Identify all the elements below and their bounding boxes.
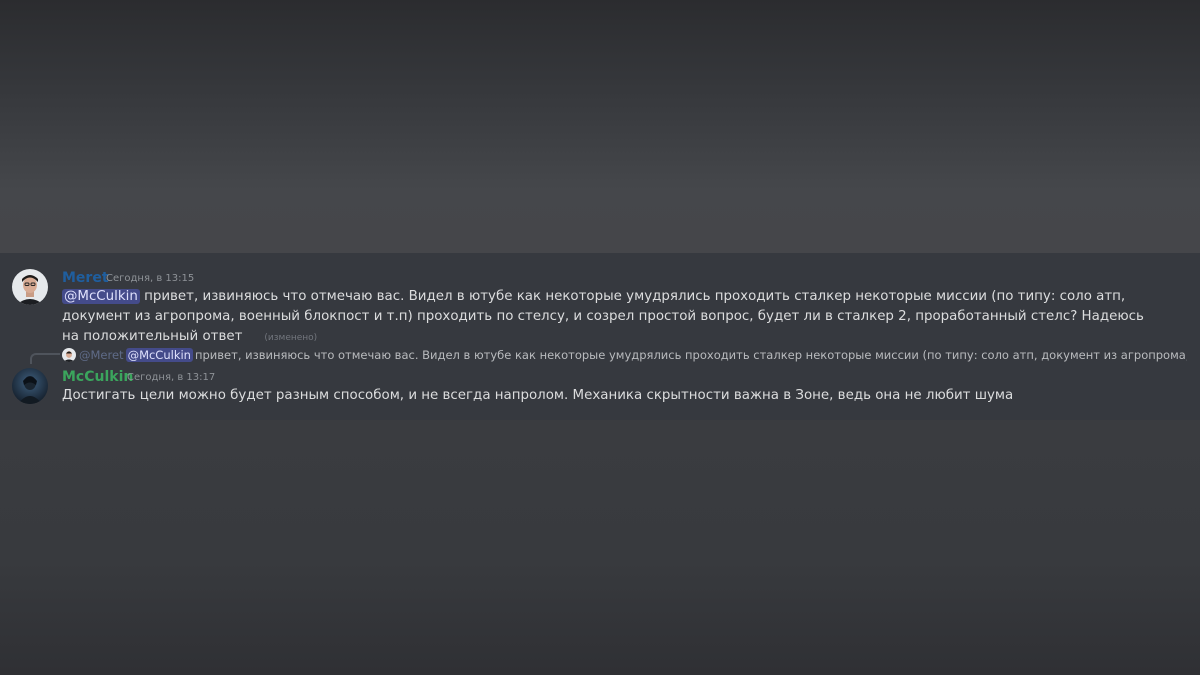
- message-content-mcculkin: Достигать цели можно будет разным способ…: [62, 388, 1014, 403]
- timestamp-meret: Сегодня, в 13:15: [106, 273, 195, 284]
- avatar-meret[interactable]: [12, 269, 48, 305]
- timestamp-mcculkin: Сегодня, в 13:17: [127, 372, 216, 383]
- username-mcculkin[interactable]: McCulkin: [62, 369, 133, 385]
- username-meret[interactable]: Meret: [62, 270, 109, 286]
- reply-author[interactable]: @Meret: [79, 348, 124, 362]
- reply-connector: [30, 353, 60, 364]
- edited-label: (изменено): [264, 333, 318, 343]
- reply-preview[interactable]: @Meret @McCulkin привет, извиняюсь что отм…: [62, 346, 1187, 364]
- chat-area: Meret Сегодня, в 13:15 @McCulkin привет,…: [0, 253, 1200, 420]
- message-text: привет, извиняюсь что отмечаю вас. Видел…: [62, 289, 1144, 344]
- mention-mcculkin[interactable]: @McCulkin: [62, 289, 140, 304]
- avatar-mcculkin[interactable]: [12, 368, 48, 404]
- message-meret: Meret Сегодня, в 13:15 @McCulkin привет,…: [0, 253, 1200, 344]
- message-content-meret: @McCulkin привет, извиняюсь что отмечаю …: [62, 287, 1162, 348]
- message-mcculkin: McCulkin Сегодня, в 13:17 Достигать цели…: [0, 365, 1200, 415]
- reply-avatar-meret: [62, 348, 76, 362]
- reply-text: привет, извиняюсь что отмечаю вас. Видел…: [194, 348, 1187, 362]
- reply-mention[interactable]: @McCulkin: [125, 348, 193, 362]
